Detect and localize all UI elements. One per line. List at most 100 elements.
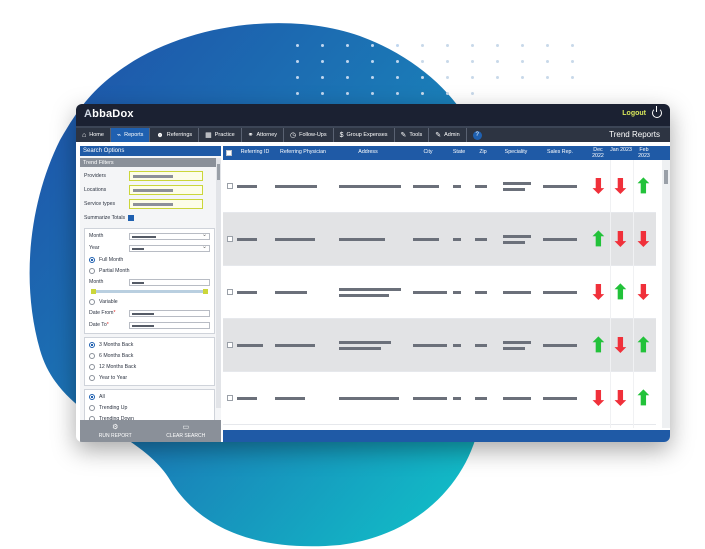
arrow-up-icon: ⬆ [635, 388, 652, 410]
select-all-checkbox[interactable] [226, 150, 232, 156]
redacted-cell [503, 182, 531, 185]
period-radio-3[interactable]: 3 Months Back [89, 339, 210, 350]
date-to-input[interactable] [129, 321, 210, 329]
col-address[interactable]: Address [333, 149, 403, 155]
providers-input[interactable] [129, 171, 203, 181]
redacted-cell [475, 238, 487, 241]
col-speciality[interactable]: Speciality [499, 149, 533, 155]
redacted-cell [413, 344, 447, 347]
table-row[interactable]: ⬇ ⬆ ⬇ [223, 266, 656, 319]
redacted-cell [413, 238, 439, 241]
period-radio-6[interactable]: 6 Months Back [89, 350, 210, 361]
sidebar-footer: ⚙ RUN REPORT ▭ CLEAR SEARCH [80, 420, 221, 442]
dollar-icon: $ [339, 131, 344, 139]
main-nav: ⌂ Home ⌁ Reports ☻ Referrings ▦ Practice ⚭ At… [76, 126, 670, 142]
redacted-cell [503, 291, 531, 294]
col-dec-2022[interactable]: Dec 2022 [587, 147, 609, 159]
redacted-cell [237, 344, 263, 347]
month2-label: Month [89, 279, 104, 285]
period-radio-12[interactable]: 12 Months Back [89, 361, 210, 372]
col-jan-2023[interactable]: Jan 2023 [610, 147, 632, 153]
nav-follow-ups[interactable]: ◷ Follow-Ups [284, 128, 334, 142]
arrow-down-icon: ⬇ [635, 229, 652, 251]
trend-table: Referring ID Referring Physician Address… [223, 146, 670, 442]
col-city[interactable]: City [413, 149, 443, 155]
building-icon: ▦ [205, 131, 212, 139]
service-types-input[interactable] [129, 199, 203, 209]
arrow-up-icon: ⬆ [612, 282, 629, 304]
sidebar-subheader: Trend Filters [80, 158, 221, 167]
col-state[interactable]: State [449, 149, 469, 155]
redacted-cell [503, 397, 531, 400]
trend-radio-all[interactable]: All [89, 391, 210, 402]
clear-search-button[interactable]: ▭ CLEAR SEARCH [151, 420, 222, 442]
redacted-cell [453, 291, 461, 294]
help-icon[interactable]: ? [472, 130, 482, 140]
nav-practice[interactable]: ▦ Practice [199, 128, 242, 142]
year-select[interactable] [129, 243, 210, 252]
partial-month-radio[interactable]: Partial Month [89, 265, 210, 276]
arrow-down-icon: ⬇ [590, 388, 607, 410]
nav-group-expenses[interactable]: $ Group Expenses [334, 128, 395, 142]
app-window: AbbaDox Logout ⌂ Home ⌁ Reports ☻ Referring… [76, 104, 670, 442]
table-row[interactable]: ⬆ ⬇ ⬆ [223, 319, 656, 372]
period-radio-yty[interactable]: Year to Year [89, 372, 210, 383]
table-row[interactable]: ⬇ ⬇ ⬆ [223, 372, 656, 425]
run-report-button[interactable]: ⚙ RUN REPORT [80, 420, 151, 442]
sidebar-scrollbar[interactable] [216, 158, 221, 408]
variable-radio[interactable]: Variable [89, 296, 210, 307]
top-bar: AbbaDox Logout [76, 104, 670, 126]
redacted-cell [237, 238, 257, 241]
row-checkbox[interactable] [227, 395, 233, 401]
redacted-cell [339, 238, 385, 241]
row-checkbox[interactable] [227, 342, 233, 348]
month-range-slider[interactable] [91, 289, 208, 294]
handshake-icon: ⚭ [247, 131, 254, 139]
col-referring-physician[interactable]: Referring Physician [275, 149, 331, 155]
redacted-cell [237, 397, 257, 400]
col-referring-id[interactable]: Referring ID [237, 149, 273, 155]
month-input[interactable] [129, 278, 210, 286]
table-row[interactable]: ⬇ ⬇ ⬆ [223, 160, 656, 213]
trend-radio-up[interactable]: Trending Up [89, 402, 210, 413]
redacted-cell [453, 238, 461, 241]
service-types-label: Service types [84, 201, 116, 207]
redacted-cell [475, 397, 487, 400]
logout-link[interactable]: Logout [622, 110, 646, 117]
summarize-totals-checkbox[interactable] [128, 215, 135, 221]
wrench-icon: ✎ [400, 131, 407, 139]
arrow-down-icon: ⬇ [635, 282, 652, 304]
row-checkbox[interactable] [227, 183, 233, 189]
arrow-down-icon: ⬇ [590, 176, 607, 198]
redacted-cell [503, 188, 526, 191]
col-feb-2023[interactable]: Feb 2023 [633, 147, 655, 159]
arrow-down-icon: ⬇ [590, 282, 607, 304]
redacted-cell [413, 185, 439, 188]
table-scrollbar[interactable] [662, 160, 670, 428]
nav-referrings[interactable]: ☻ Referrings [150, 128, 200, 142]
full-month-radio[interactable]: Full Month [89, 254, 210, 265]
month-label: Month [89, 233, 104, 239]
nav-admin[interactable]: ✎ Admin [429, 128, 467, 142]
nav-home[interactable]: ⌂ Home [76, 128, 111, 142]
month-select[interactable] [129, 231, 210, 240]
row-checkbox[interactable] [227, 289, 233, 295]
nav-reports[interactable]: ⌁ Reports [110, 128, 151, 142]
locations-input[interactable] [129, 185, 203, 195]
power-icon[interactable] [652, 106, 662, 118]
date-from-input[interactable] [129, 309, 210, 317]
redacted-cell [275, 185, 317, 188]
redacted-cell [503, 241, 526, 244]
nav-tools[interactable]: ✎ Tools [395, 128, 430, 142]
row-checkbox[interactable] [227, 236, 233, 242]
col-zip[interactable]: Zip [473, 149, 493, 155]
col-sales-rep[interactable]: Sales Rep. [543, 149, 577, 155]
redacted-cell [275, 291, 307, 294]
table-row[interactable]: ⬆ ⬇ ⬇ [223, 213, 656, 266]
nav-attorney[interactable]: ⚭ Attorney [242, 128, 284, 142]
redacted-cell [339, 294, 389, 297]
redacted-cell [475, 185, 487, 188]
redacted-cell [339, 347, 381, 350]
redacted-cell [503, 341, 531, 344]
redacted-cell [339, 397, 399, 400]
